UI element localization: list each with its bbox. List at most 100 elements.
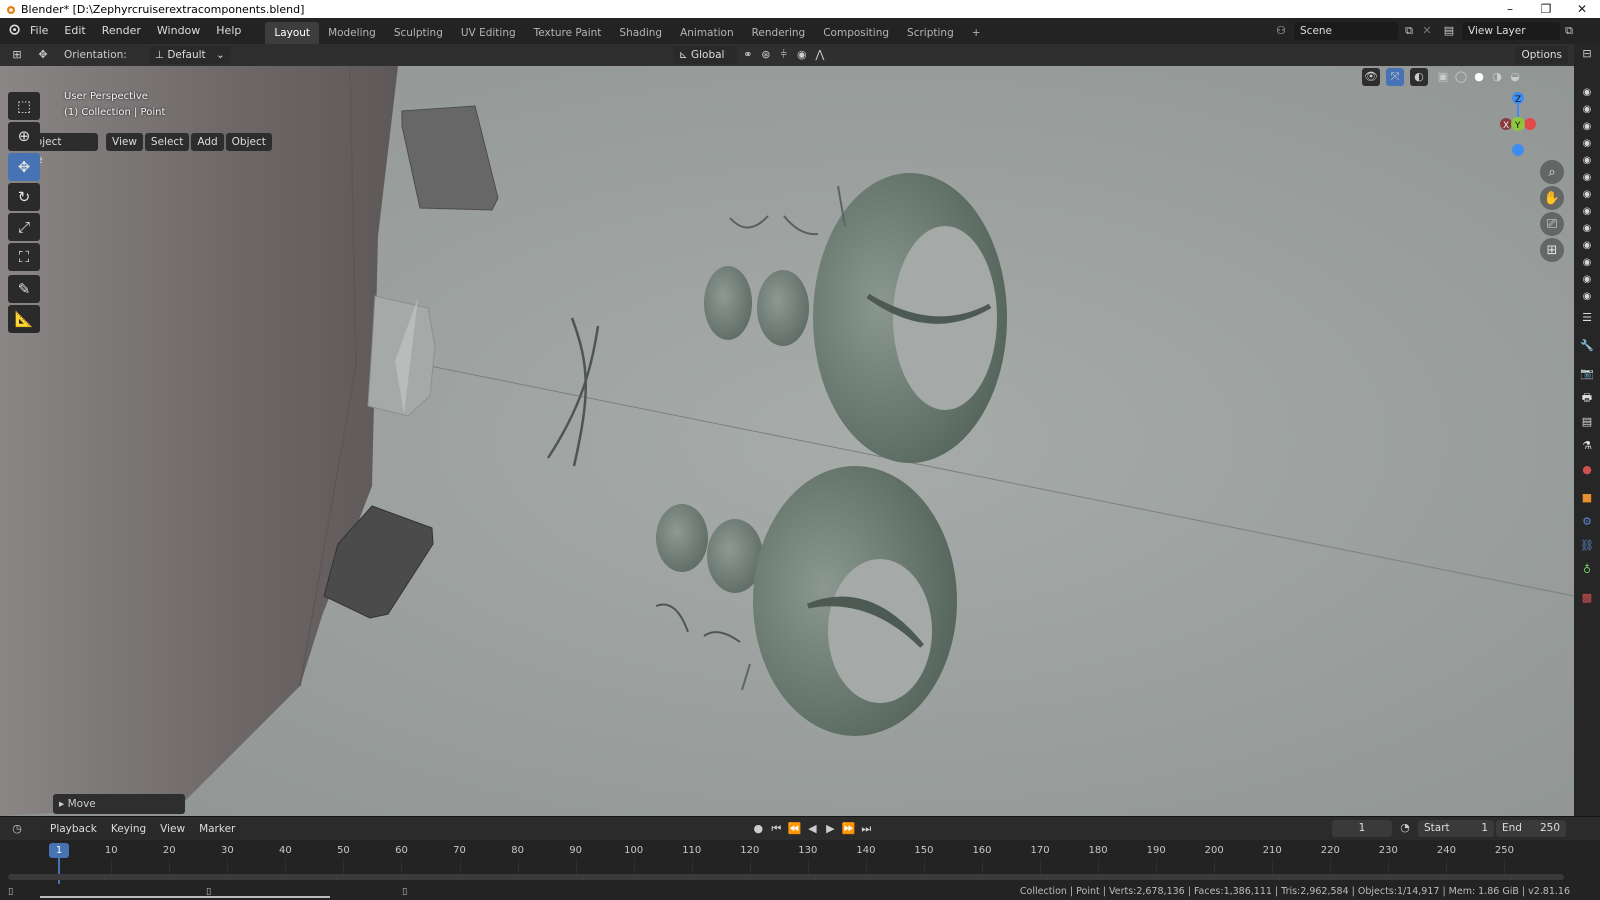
current-frame-field[interactable]: 1 <box>1332 820 1392 837</box>
eye-icon[interactable]: ◉ <box>1580 258 1594 268</box>
timeline-area[interactable]: 1 10 20 30 40 50 60 70 80 90 100 110 120 130 140 150 16… <box>0 840 1600 884</box>
timeline-menu-keying[interactable]: Keying <box>104 819 153 838</box>
overlay-icon[interactable]: ◐ <box>1410 68 1428 86</box>
cursor-icon[interactable]: ⊕ <box>8 122 40 150</box>
tool-properties-icon[interactable]: 🔧 <box>1579 338 1595 354</box>
material-shading-icon[interactable]: ◑ <box>1488 68 1506 86</box>
minimize-button[interactable]: – <box>1492 0 1528 18</box>
operator-panel[interactable]: ▸ Move <box>53 794 185 814</box>
timeline-menu-playback[interactable]: Playback <box>44 819 103 838</box>
tab-animation[interactable]: Animation <box>671 22 743 44</box>
render-properties-icon[interactable]: 📷 <box>1579 366 1595 382</box>
scene-properties-icon[interactable]: ⚗ <box>1579 438 1595 454</box>
view-layer-properties-icon[interactable]: ▤ <box>1579 414 1595 430</box>
tab-compositing[interactable]: Compositing <box>814 22 898 44</box>
tab-texture-paint[interactable]: Texture Paint <box>525 22 611 44</box>
transform-icon[interactable]: ⛶ <box>8 243 40 271</box>
constraint-properties-icon[interactable]: ⛓ <box>1579 538 1595 554</box>
orientation-dropdown[interactable]: ⊥ Default ⌄ <box>148 46 231 64</box>
visibility-icon[interactable]: 👁 <box>1362 68 1380 86</box>
gizmo-icon[interactable]: ⤧ <box>1386 68 1404 86</box>
timeline-menu-marker[interactable]: Marker <box>193 819 242 838</box>
timeline-menu-view[interactable]: View <box>154 819 192 838</box>
eye-icon[interactable]: ◉ <box>1580 207 1594 217</box>
record-icon[interactable]: ● <box>749 820 767 838</box>
move-icon[interactable]: ✥ <box>8 153 40 181</box>
play-reverse-icon[interactable]: ◀ <box>803 820 821 838</box>
tab-scripting[interactable]: Scripting <box>898 22 963 44</box>
tab-layout[interactable]: Layout <box>265 22 320 44</box>
options-dropdown[interactable]: Options <box>1515 46 1568 64</box>
timeline-scrollbar[interactable] <box>8 874 1564 880</box>
blender-menu-icon[interactable] <box>4 22 22 40</box>
scene-icon[interactable]: ⚇ <box>1272 22 1290 40</box>
texture-properties-icon[interactable]: ▩ <box>1579 590 1595 606</box>
falloff-icon[interactable]: ⋀ <box>811 46 829 64</box>
scale-icon[interactable]: ⤢ <box>8 213 40 241</box>
menu-file[interactable]: File <box>22 18 56 44</box>
viewport-menu-add[interactable]: Add <box>191 133 224 151</box>
data-properties-icon[interactable]: ♁ <box>1579 562 1595 578</box>
eye-icon[interactable]: ◉ <box>1580 139 1594 149</box>
viewport-menu-object[interactable]: Object <box>225 133 272 151</box>
annotate-icon[interactable]: ✎ <box>8 275 40 303</box>
transform-space-dropdown[interactable]: ⊾ Global <box>672 46 737 64</box>
new-scene-icon[interactable]: ⧉ <box>1400 22 1418 40</box>
eye-icon[interactable]: ◉ <box>1580 275 1594 285</box>
solid-shading-icon[interactable]: ● <box>1470 68 1488 86</box>
measure-icon[interactable]: 📐 <box>8 305 40 333</box>
start-frame-field[interactable]: Start 1 <box>1418 820 1494 837</box>
tab-modeling[interactable]: Modeling <box>319 22 385 44</box>
eye-icon[interactable]: ◉ <box>1580 190 1594 200</box>
view-layer-selector[interactable]: View Layer <box>1462 22 1560 40</box>
eye-icon[interactable]: ◉ <box>1580 122 1594 132</box>
tab-sculpting[interactable]: Sculpting <box>385 22 452 44</box>
eye-icon[interactable]: ◉ <box>1580 241 1594 251</box>
menu-render[interactable]: Render <box>94 18 149 44</box>
output-properties-icon[interactable]: 🖶 <box>1579 390 1595 406</box>
current-frame-marker[interactable]: 1 <box>49 843 69 858</box>
new-view-layer-icon[interactable]: ⧉ <box>1560 22 1578 40</box>
proportional-edit-icon[interactable]: ◉ <box>793 46 811 64</box>
play-icon[interactable]: ▶ <box>821 820 839 838</box>
eye-icon[interactable]: ◉ <box>1580 224 1594 234</box>
delete-scene-icon[interactable]: ✕ <box>1418 22 1436 40</box>
close-button[interactable]: ✕ <box>1564 0 1600 18</box>
prev-keyframe-icon[interactable]: ⏪ <box>785 820 803 838</box>
outliner-filter-icon[interactable]: ⊟ <box>1579 46 1595 62</box>
world-properties-icon[interactable]: ● <box>1579 462 1595 478</box>
playhead[interactable] <box>58 858 60 884</box>
properties-tab-icon[interactable]: ☰ <box>1579 310 1595 326</box>
view-layer-icon[interactable]: ▤ <box>1440 22 1458 40</box>
menu-window[interactable]: Window <box>149 18 208 44</box>
snap-icon[interactable]: ⊛ <box>757 46 775 64</box>
eye-icon[interactable]: ◉ <box>1580 88 1594 98</box>
object-properties-icon[interactable]: ■ <box>1579 490 1595 506</box>
tab-uv-editing[interactable]: UV Editing <box>452 22 525 44</box>
tab-shading[interactable]: Shading <box>610 22 671 44</box>
pan-hand-icon[interactable]: ✋ <box>1540 186 1564 210</box>
jump-end-icon[interactable]: ⏭ <box>857 820 875 838</box>
next-keyframe-icon[interactable]: ⏩ <box>839 820 857 838</box>
jump-start-icon[interactable]: ⏮ <box>767 820 785 838</box>
xray-icon[interactable]: ▣ <box>1434 68 1452 86</box>
ortho-grid-icon[interactable]: ⊞ <box>1540 238 1564 262</box>
select-box-icon[interactable]: ⬚ <box>8 92 40 120</box>
navigation-gizmo[interactable]: Z Y X <box>1486 90 1550 160</box>
eye-icon[interactable]: ◉ <box>1580 292 1594 302</box>
move-tool-icon[interactable]: ✥ <box>34 46 52 64</box>
editor-type-icon[interactable]: ⊞ <box>8 46 26 64</box>
3d-viewport[interactable]: ■ Object Mode View Select Add Object 👁 ⤧… <box>0 66 1574 816</box>
modifier-properties-icon[interactable]: ⚙ <box>1579 514 1595 530</box>
scene-selector[interactable]: Scene <box>1294 22 1398 40</box>
rotate-icon[interactable]: ↻ <box>8 183 40 211</box>
eye-icon[interactable]: ◉ <box>1580 173 1594 183</box>
eye-icon[interactable]: ◉ <box>1580 105 1594 115</box>
tab-rendering[interactable]: Rendering <box>743 22 815 44</box>
viewport-menu-select[interactable]: Select <box>144 133 190 151</box>
pivot-icon[interactable]: ⚭ <box>739 46 757 64</box>
end-frame-field[interactable]: End 250 <box>1496 820 1566 837</box>
rendered-shading-icon[interactable]: ◒ <box>1506 68 1524 86</box>
camera-view-icon[interactable]: ⎚ <box>1540 212 1564 236</box>
viewport-menu-view[interactable]: View <box>106 133 143 151</box>
